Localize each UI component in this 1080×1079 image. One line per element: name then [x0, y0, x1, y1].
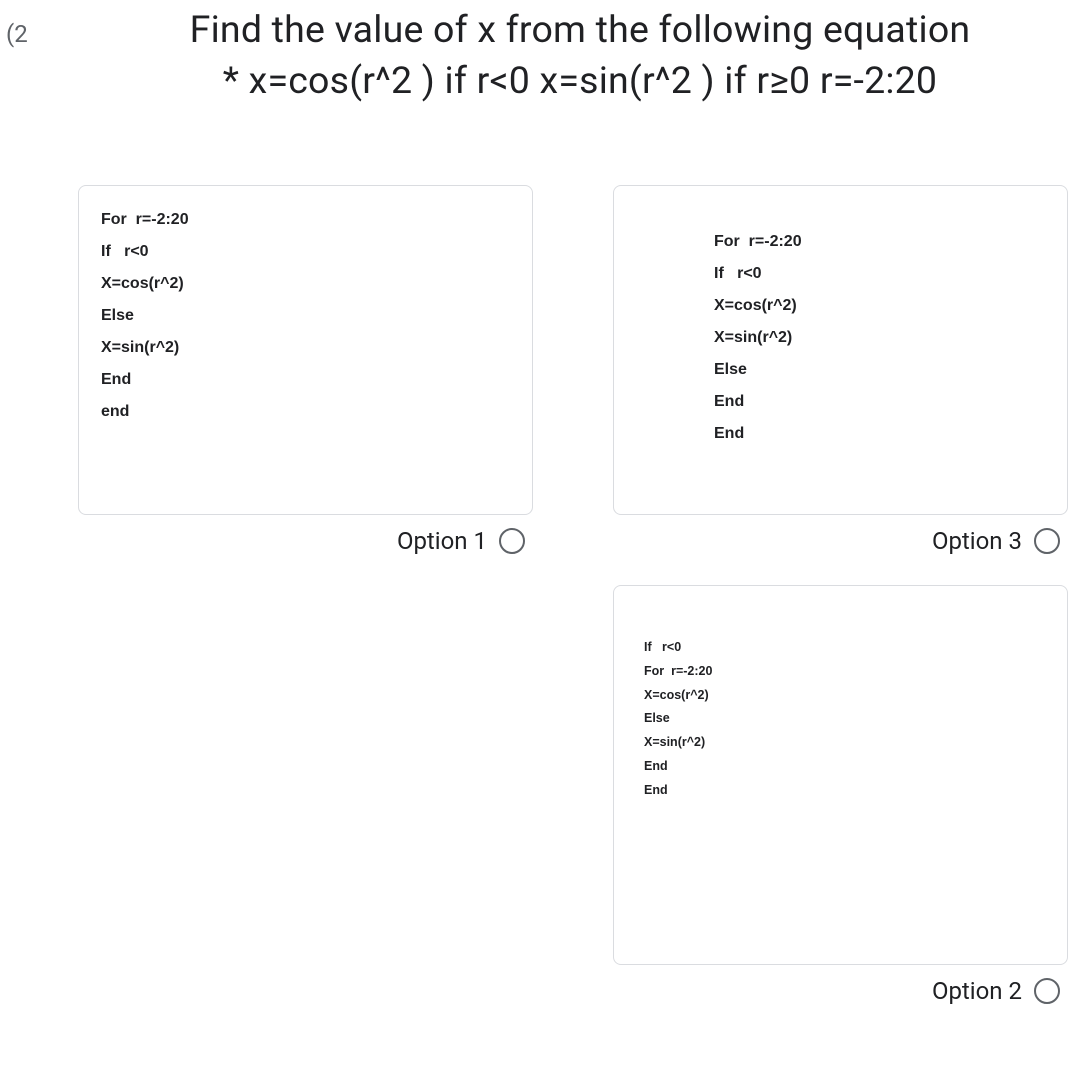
option-2-footer: Option 2 — [613, 965, 1068, 1005]
option-1-footer: Option 1 — [78, 515, 533, 555]
code-line: Else — [101, 300, 510, 332]
options-container: For r=-2:20 If r<0 X=cos(r^2) Else X=sin… — [78, 185, 1068, 1005]
option-3-card: For r=-2:20 If r<0 X=cos(r^2) X=sin(r^2)… — [613, 185, 1068, 515]
code-line: For r=-2:20 — [644, 660, 1045, 684]
question-header: Find the value of x from the following e… — [110, 5, 1050, 106]
code-line: End — [644, 779, 1045, 803]
code-line: Else — [714, 354, 1045, 386]
code-line: End — [101, 364, 510, 396]
option-2-label: Option 2 — [932, 977, 1022, 1005]
code-line: End — [644, 755, 1045, 779]
code-line: X=cos(r^2) — [644, 684, 1045, 708]
empty-cell — [78, 585, 533, 1005]
code-line: X=cos(r^2) — [101, 268, 510, 300]
code-line: X=sin(r^2) — [101, 332, 510, 364]
code-line: X=sin(r^2) — [714, 322, 1045, 354]
code-line: Else — [644, 707, 1045, 731]
code-line: For r=-2:20 — [101, 204, 510, 236]
option-2-card: If r<0 For r=-2:20 X=cos(r^2) Else X=sin… — [613, 585, 1068, 965]
code-line: end — [101, 396, 510, 428]
code-line: If r<0 — [644, 636, 1045, 660]
code-line: If r<0 — [714, 258, 1045, 290]
option-1-label: Option 1 — [397, 527, 487, 555]
option-2-radio[interactable] — [1034, 978, 1060, 1004]
code-line: If r<0 — [101, 236, 510, 268]
option-3-footer: Option 3 — [613, 515, 1068, 555]
question-title-line2: * x=cos(r^2 ) if r<0 x=sin(r^2 ) if r≥0 … — [110, 56, 1050, 107]
option-1-radio[interactable] — [499, 528, 525, 554]
option-1-block: For r=-2:20 If r<0 X=cos(r^2) Else X=sin… — [78, 185, 533, 555]
code-line: End — [714, 386, 1045, 418]
option-3-radio[interactable] — [1034, 528, 1060, 554]
option-3-block: For r=-2:20 If r<0 X=cos(r^2) X=sin(r^2)… — [613, 185, 1068, 555]
option-1-card: For r=-2:20 If r<0 X=cos(r^2) Else X=sin… — [78, 185, 533, 515]
question-title-line1: Find the value of x from the following e… — [110, 5, 1050, 56]
question-number: (2 — [6, 20, 28, 48]
code-line: X=sin(r^2) — [644, 731, 1045, 755]
option-3-label: Option 3 — [932, 527, 1022, 555]
code-line: End — [714, 418, 1045, 450]
option-2-block: If r<0 For r=-2:20 X=cos(r^2) Else X=sin… — [613, 585, 1068, 1005]
code-line: For r=-2:20 — [714, 226, 1045, 258]
code-line: X=cos(r^2) — [714, 290, 1045, 322]
